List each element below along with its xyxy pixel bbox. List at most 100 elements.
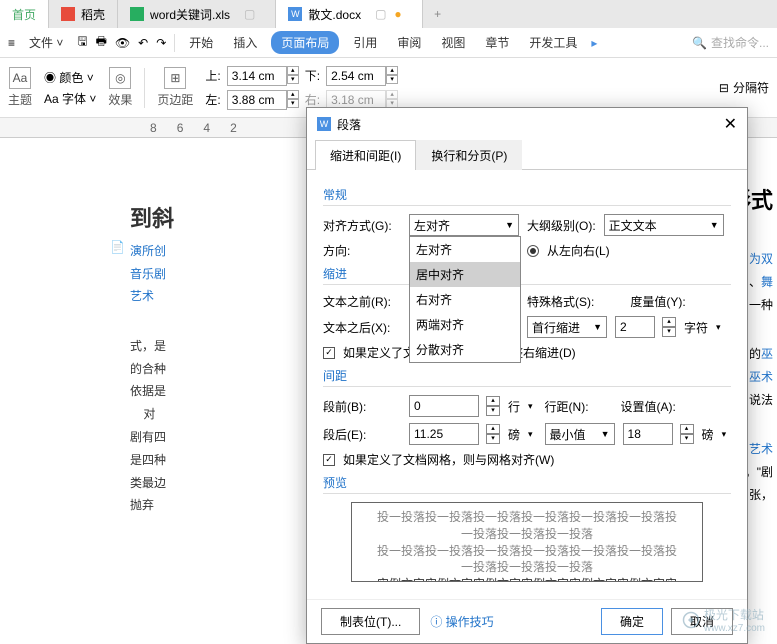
- tab-window-icon[interactable]: ▢: [375, 7, 386, 21]
- menu-view[interactable]: 视图: [435, 30, 471, 55]
- align-option-distribute[interactable]: 分散对齐: [410, 337, 520, 362]
- tab-label: 稻壳: [81, 6, 105, 23]
- menu-devtools[interactable]: 开发工具: [523, 30, 583, 55]
- spin-up[interactable]: ▴: [386, 90, 398, 99]
- ribbon-page-margin[interactable]: ⊞页边距: [157, 67, 193, 108]
- align-option-right[interactable]: 右对齐: [410, 287, 520, 312]
- align-combo[interactable]: 左对齐▼ 左对齐 居中对齐 右对齐 两端对齐 分散对齐: [409, 214, 519, 236]
- search-placeholder: 查找命令...: [711, 34, 769, 51]
- preview-icon[interactable]: 👁: [115, 36, 130, 50]
- after-para-spinner[interactable]: ▴▾: [486, 424, 500, 444]
- measure-unit: 字符: [684, 319, 708, 336]
- before-para-label: 段前(B):: [323, 398, 401, 415]
- menu-start[interactable]: 开始: [183, 30, 219, 55]
- docer-icon: [61, 7, 75, 21]
- chevron-down-icon: ▼: [505, 220, 514, 230]
- menu-insert[interactable]: 插入: [227, 30, 263, 55]
- doc-link[interactable]: 音乐剧: [130, 267, 166, 281]
- after-para-label: 段后(E):: [323, 426, 401, 443]
- margin-icon: ⊞: [164, 67, 186, 89]
- search-icon: 🔍: [692, 36, 707, 50]
- outline-combo[interactable]: 正文文本▼: [604, 214, 724, 236]
- tab-line-page[interactable]: 换行和分页(P): [416, 140, 522, 170]
- align-dropdown: 左对齐 居中对齐 右对齐 两端对齐 分散对齐: [409, 236, 521, 363]
- separator-icon: ⊟: [719, 81, 729, 95]
- print-icon[interactable]: 🖶: [96, 32, 107, 53]
- tab-docer[interactable]: 稻壳: [49, 0, 118, 28]
- close-button[interactable]: ✕: [724, 114, 737, 134]
- grid-align-label: 如果定义了文档网格，则与网格对齐(W): [343, 451, 554, 468]
- doc-link[interactable]: 演所创: [130, 244, 166, 258]
- outline-label: 大纲级别(O):: [527, 217, 596, 234]
- tab-docx[interactable]: W散文.docx▢●: [276, 0, 422, 28]
- align-option-left[interactable]: 左对齐: [410, 237, 520, 262]
- before-para-spinner[interactable]: ▴▾: [486, 396, 500, 416]
- menu-file[interactable]: 文件 ˅: [23, 30, 69, 55]
- preview-box: 投一投落投一投落投一投落投一投落投一投落投一投落投一投落投一投落投一投落 投一投…: [351, 502, 703, 582]
- spin-down[interactable]: ▾: [287, 75, 299, 84]
- align-option-justify[interactable]: 两端对齐: [410, 312, 520, 337]
- section-indent: 缩进: [323, 265, 731, 285]
- ribbon-color[interactable]: ◉ 颜色 ˅: [44, 69, 96, 86]
- ribbon-font[interactable]: Aa 字体 ˅: [44, 90, 96, 107]
- more-icon[interactable]: ▸: [591, 36, 597, 50]
- set-value-input[interactable]: [623, 423, 673, 445]
- tab-home[interactable]: 首页: [0, 0, 49, 28]
- save-icon[interactable]: 🖫: [77, 32, 87, 53]
- wps-icon: W: [317, 117, 331, 131]
- margin-top-input[interactable]: [227, 66, 287, 86]
- dialog-tabs: 缩进和间距(I) 换行和分页(P): [307, 140, 747, 170]
- spin-up[interactable]: ▴: [287, 90, 299, 99]
- special-combo[interactable]: 首行缩进▼: [527, 316, 607, 338]
- align-option-center[interactable]: 居中对齐: [410, 262, 520, 287]
- tab-label: 首页: [12, 6, 36, 23]
- margin-bottom-input[interactable]: [326, 66, 386, 86]
- menu-page-layout[interactable]: 页面布局: [271, 31, 339, 54]
- doc-heading: 到斜: [130, 198, 174, 240]
- menu-review[interactable]: 审阅: [391, 30, 427, 55]
- tab-label: 散文.docx: [308, 6, 361, 23]
- spin-up[interactable]: ▴: [386, 66, 398, 75]
- ribbon-separator[interactable]: ⊟分隔符: [719, 79, 769, 96]
- command-search[interactable]: 🔍 查找命令...: [692, 34, 769, 51]
- tabstops-button[interactable]: 制表位(T)...: [321, 608, 420, 635]
- before-para-input[interactable]: [409, 395, 479, 417]
- direction-ltr-radio[interactable]: [527, 245, 539, 257]
- main-toolbar: ≡ 文件 ˅ 🖫 🖶 👁 ↶ ↷ 开始 插入 页面布局 引用 审阅 视图 章节 …: [0, 28, 777, 58]
- after-para-input[interactable]: [409, 423, 479, 445]
- menu-reference[interactable]: 引用: [347, 30, 383, 55]
- margin-right-label: 右:: [305, 91, 320, 108]
- measure-input[interactable]: [615, 316, 655, 338]
- undo-icon[interactable]: ↶: [138, 36, 148, 50]
- measure-spinner[interactable]: ▴▾: [662, 317, 676, 337]
- hamburger-icon[interactable]: ≡: [8, 36, 15, 50]
- tab-window-icon[interactable]: ▢: [244, 7, 255, 21]
- spin-down[interactable]: ▾: [386, 75, 398, 84]
- ribbon-theme[interactable]: Aa主题: [8, 67, 32, 108]
- tab-dot-icon: ●: [394, 7, 401, 21]
- spin-down[interactable]: ▾: [287, 99, 299, 108]
- menu-chapter[interactable]: 章节: [479, 30, 515, 55]
- ok-button[interactable]: 确定: [601, 608, 663, 635]
- auto-indent-checkbox[interactable]: ✓: [323, 347, 335, 359]
- doc-link[interactable]: 艺术: [130, 289, 154, 303]
- line-spacing-label: 行距(N):: [545, 398, 589, 415]
- set-value-label: 设置值(A):: [621, 398, 676, 415]
- redo-icon[interactable]: ↷: [156, 36, 166, 50]
- margin-left-input[interactable]: [227, 90, 287, 110]
- set-value-spinner[interactable]: ▴▾: [680, 424, 694, 444]
- special-label: 特殊格式(S):: [527, 293, 594, 310]
- cancel-button[interactable]: 取消: [671, 608, 733, 635]
- tab-add[interactable]: +: [423, 0, 453, 28]
- ribbon-effect[interactable]: ◎效果: [108, 67, 132, 108]
- margin-inputs: 上: ▴▾ 下: ▴▾ 左: ▴▾ 右: ▴▾: [205, 66, 398, 110]
- tab-xls[interactable]: word关键词.xls▢: [118, 0, 276, 28]
- tips-link[interactable]: ⓘ 操作技巧: [430, 613, 493, 630]
- tab-indent-spacing[interactable]: 缩进和间距(I): [315, 140, 416, 170]
- document-page[interactable]: 到斜 演所创 音乐剧 艺术 式，是 的合种 依据是 对 剧有四 是四种 类最边 …: [0, 138, 194, 537]
- grid-align-checkbox[interactable]: ✓: [323, 454, 335, 466]
- line-spacing-combo[interactable]: 最小值▼: [545, 423, 615, 445]
- direction-ltr-label: 从左向右(L): [547, 242, 610, 259]
- effect-icon: ◎: [109, 67, 131, 89]
- spin-up[interactable]: ▴: [287, 66, 299, 75]
